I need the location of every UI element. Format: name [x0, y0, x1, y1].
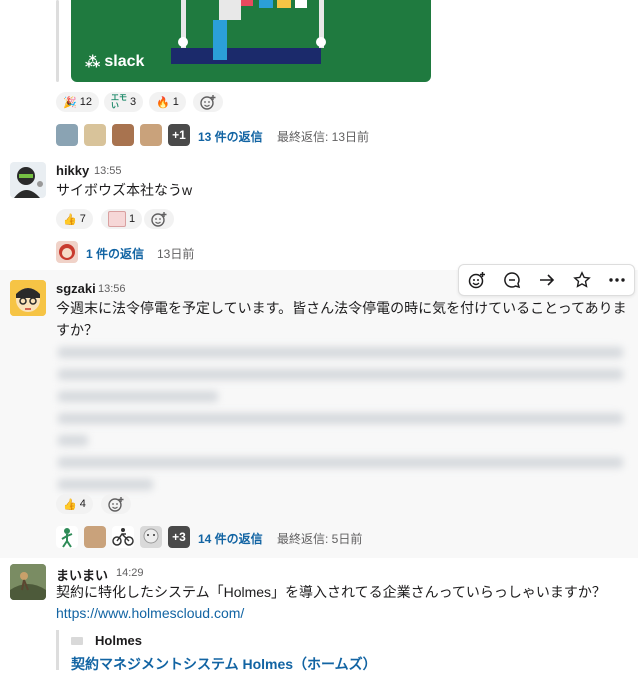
more-actions-button[interactable] — [603, 267, 631, 293]
message-actions-toolbar — [458, 264, 635, 296]
sender-name[interactable]: hikky — [56, 163, 89, 178]
attachment-bar — [56, 0, 59, 82]
slack-logo: ⁂ slack — [85, 53, 145, 71]
save-message-button[interactable] — [568, 267, 596, 293]
reaction-stamp[interactable]: 1 — [101, 209, 143, 229]
sender-name[interactable]: sgzaki — [56, 281, 96, 296]
reaction-thumbs-up[interactable]: 👍 7 — [56, 209, 93, 229]
message-link[interactable]: https://www.holmescloud.com/ — [56, 605, 244, 621]
attachment-bar — [56, 630, 59, 670]
add-reaction-button[interactable] — [101, 494, 131, 514]
avatar[interactable] — [84, 124, 106, 146]
message-text: 今週末に法令停電を予定しています。皆さん法令停電の時に気を付けていることってあり… — [56, 300, 627, 338]
thumbs-up-icon: 👍 — [63, 498, 77, 511]
avatar-illustration — [143, 528, 159, 544]
avatar[interactable] — [140, 124, 162, 146]
reaction-flame[interactable]: 🔥 1 — [149, 92, 186, 112]
avatar[interactable] — [112, 526, 134, 548]
bicycle-icon — [112, 528, 134, 546]
thread-last-reply: 最終返信: 13日前 — [277, 130, 370, 144]
unfurl-title-link[interactable]: 契約マネジメントシステム Holmes（ホームズ） — [71, 654, 377, 674]
avatar-illustration — [59, 244, 75, 260]
add-reaction-button[interactable] — [144, 209, 174, 229]
avatar-illustration — [10, 564, 46, 600]
reaction-emoi[interactable]: エモい 3 — [104, 92, 144, 112]
slack-hash-icon: ⁂ — [85, 54, 101, 71]
add-emoji-icon — [200, 95, 216, 110]
avatar[interactable] — [56, 526, 78, 548]
flame-icon: 🔥 — [156, 96, 170, 109]
holmes-favicon — [71, 635, 87, 647]
thread-replies-link[interactable]: 14 件の返信 — [198, 530, 263, 547]
avatar[interactable] — [56, 241, 78, 263]
emoi-text-icon: エモい — [111, 93, 127, 110]
forward-arrow-icon — [539, 274, 554, 286]
add-emoji-icon — [468, 272, 485, 289]
star-icon — [572, 271, 591, 288]
party-popper-icon: 🎉 — [63, 96, 77, 109]
reply-in-thread-button[interactable] — [498, 267, 526, 293]
avatar[interactable] — [112, 124, 134, 146]
reaction-thumbs-up[interactable]: 👍 4 — [56, 494, 93, 514]
avatar-illustration — [14, 167, 43, 198]
add-reaction-button[interactable] — [193, 92, 223, 112]
more-avatars-badge[interactable]: +1 — [168, 124, 190, 146]
thread-last-reply: 最終返信: 5日前 — [277, 532, 363, 546]
message-text: サイボウズ本社なうw — [56, 182, 193, 198]
avatar-sgzaki[interactable] — [10, 280, 46, 316]
timestamp[interactable]: 13:55 — [94, 165, 122, 177]
avatar[interactable] — [84, 526, 106, 548]
add-emoji-icon — [151, 212, 167, 227]
share-message-button[interactable] — [533, 267, 561, 293]
thumbs-up-icon: 👍 — [63, 213, 77, 226]
message-text: 契約に特化したシステム「Holmes」を導入されてる企業さんっていらっしゃいます… — [56, 584, 606, 600]
unfurl-image[interactable]: ⁂ slack — [71, 0, 431, 82]
more-dots-icon — [608, 278, 625, 282]
add-reaction-button[interactable] — [463, 267, 491, 293]
avatar-illustration — [61, 528, 73, 548]
thread-replies-link[interactable]: 1 件の返信 — [86, 245, 144, 262]
stamp-icon — [108, 211, 126, 227]
avatar-hikky[interactable] — [10, 162, 46, 198]
speech-bubble-icon — [503, 272, 520, 289]
avatar-maimai[interactable] — [10, 564, 46, 600]
avatar[interactable] — [140, 526, 162, 548]
avatar[interactable] — [56, 124, 78, 146]
reaction-party[interactable]: 🎉 12 — [56, 92, 99, 112]
add-emoji-icon — [108, 497, 124, 512]
timestamp[interactable]: 13:56 — [98, 283, 126, 295]
timestamp[interactable]: 14:29 — [116, 567, 144, 579]
more-avatars-badge[interactable]: +3 — [168, 526, 190, 548]
avatar-illustration — [10, 280, 46, 316]
thread-replies-link[interactable]: 13 件の返信 — [198, 128, 263, 145]
unfurl-site-name: Holmes — [95, 633, 142, 648]
thread-last-reply: 13日前 — [157, 247, 195, 261]
